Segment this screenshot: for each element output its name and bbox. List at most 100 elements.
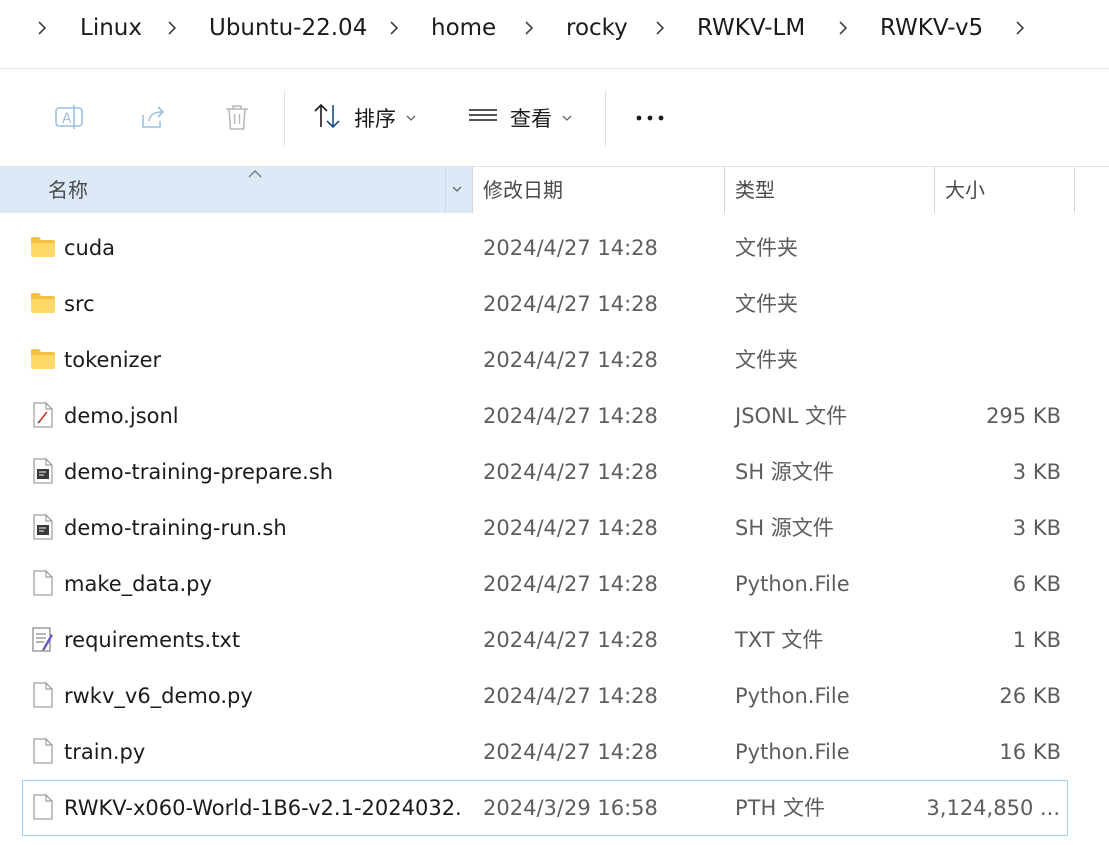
chevron-right-icon[interactable] (1012, 16, 1028, 40)
file-date: 2024/3/29 16:58 (483, 796, 658, 820)
breadcrumb-linux[interactable]: Linux (80, 12, 142, 44)
column-divider[interactable] (934, 167, 935, 213)
file-name: demo-training-prepare.sh (64, 460, 334, 484)
more-options-icon[interactable] (630, 104, 670, 132)
column-divider[interactable] (724, 167, 725, 213)
toolbar-divider (284, 90, 285, 146)
folder-icon (30, 346, 56, 372)
file-row[interactable]: requirements.txt 2024/4/27 14:28 TXT 文件 1 K… (0, 612, 1109, 668)
file-date: 2024/4/27 14:28 (483, 684, 658, 708)
toolbar-divider (605, 90, 606, 146)
generic-file-icon (30, 794, 56, 820)
file-name: cuda (64, 236, 116, 260)
jsonl-file-icon (30, 402, 56, 428)
file-type: Python.File (735, 572, 850, 596)
breadcrumb-home[interactable]: home (431, 12, 496, 44)
file-size: 3 KB (1012, 516, 1061, 540)
file-row[interactable]: rwkv_v6_demo.py 2024/4/27 14:28 Python.Fil… (0, 668, 1109, 724)
column-divider[interactable] (472, 167, 473, 213)
svg-text:A: A (62, 111, 72, 127)
file-row[interactable]: make_data.py 2024/4/27 14:28 Python.File 6 … (0, 556, 1109, 612)
file-row[interactable]: demo.jsonl 2024/4/27 14:28 JSONL 文件 295 KB (0, 388, 1109, 444)
generic-file-icon (30, 738, 56, 764)
file-type: TXT 文件 (735, 628, 824, 652)
file-row[interactable]: demo-training-prepare.sh 2024/4/27 14:28 S… (0, 444, 1109, 500)
generic-file-icon (30, 570, 56, 596)
text-file-icon (30, 626, 56, 652)
breadcrumb-ubuntu[interactable]: Ubuntu-22.04 (209, 12, 367, 44)
file-row[interactable]: RWKV-x060-World-1B6-v2.1-2024032... 2024/… (22, 780, 1068, 836)
chevron-right-icon[interactable] (835, 16, 851, 40)
folder-icon (30, 290, 56, 316)
column-size-header[interactable]: 大小 (945, 167, 985, 213)
trash-icon[interactable] (220, 100, 254, 134)
sort-label: 排序 (354, 107, 396, 131)
column-name-header[interactable]: 名称 (0, 167, 472, 213)
breadcrumb-rwkv-v5[interactable]: RWKV-v5 (880, 12, 983, 44)
file-date: 2024/4/27 14:28 (483, 348, 658, 372)
file-size: 295 KB (986, 404, 1061, 428)
file-name: rwkv_v6_demo.py (64, 684, 253, 708)
file-type: 文件夹 (735, 292, 798, 316)
file-type: JSONL 文件 (735, 404, 848, 428)
file-name: train.py (64, 740, 146, 764)
column-divider[interactable] (445, 167, 446, 213)
sort-icon (312, 101, 342, 136)
file-row[interactable]: cuda 2024/4/27 14:28 文件夹 (0, 220, 1109, 276)
view-list-icon (468, 101, 498, 136)
sort-button[interactable]: 排序 (312, 98, 416, 138)
file-size: 1 KB (1012, 628, 1061, 652)
address-bar: Linux Ubuntu-22.04 home rocky RWKV-LM RW… (0, 0, 1109, 69)
view-button[interactable]: 查看 (468, 98, 572, 138)
file-name: make_data.py (64, 572, 212, 596)
chevron-right-icon[interactable] (521, 16, 537, 40)
sort-up-icon (248, 170, 262, 178)
file-date: 2024/4/27 14:28 (483, 628, 658, 652)
file-date: 2024/4/27 14:28 (483, 516, 658, 540)
file-row[interactable]: src 2024/4/27 14:28 文件夹 (0, 276, 1109, 332)
file-size: 3,124,850 ... (926, 796, 1060, 820)
file-size: 6 KB (1012, 572, 1061, 596)
column-divider[interactable] (1074, 167, 1075, 213)
file-name: RWKV-x060-World-1B6-v2.1-2024032... (64, 796, 464, 820)
column-header: 名称 修改日期 类型 大小 (0, 167, 1109, 213)
chevron-right-icon[interactable] (164, 16, 180, 40)
view-label: 查看 (510, 107, 552, 131)
file-size: 3 KB (1012, 460, 1061, 484)
file-size: 16 KB (999, 740, 1061, 764)
file-name: tokenizer (64, 348, 162, 372)
breadcrumb-rwkv-lm[interactable]: RWKV-LM (697, 12, 805, 44)
file-row[interactable]: demo-training-run.sh 2024/4/27 14:28 SH 源文… (0, 500, 1109, 556)
file-date: 2024/4/27 14:28 (483, 292, 658, 316)
script-file-icon (30, 514, 56, 540)
file-size: 26 KB (999, 684, 1061, 708)
file-name: demo-training-run.sh (64, 516, 287, 540)
chevron-right-icon[interactable] (34, 16, 50, 40)
column-name-label: 名称 (48, 178, 88, 202)
file-date: 2024/4/27 14:28 (483, 572, 658, 596)
command-bar: A 排序 查看 (0, 70, 1109, 167)
column-date-header[interactable]: 修改日期 (483, 167, 563, 213)
file-type: SH 源文件 (735, 460, 834, 484)
file-row[interactable]: tokenizer 2024/4/27 14:28 文件夹 (0, 332, 1109, 388)
file-date: 2024/4/27 14:28 (483, 740, 658, 764)
file-type: Python.File (735, 740, 850, 764)
chevron-right-icon[interactable] (386, 16, 402, 40)
generic-file-icon (30, 682, 56, 708)
script-file-icon (30, 458, 56, 484)
column-type-header[interactable]: 类型 (735, 167, 775, 213)
file-name: requirements.txt (64, 628, 241, 652)
file-type: Python.File (735, 684, 850, 708)
chevron-down-icon[interactable] (452, 185, 462, 193)
chevron-right-icon[interactable] (652, 16, 668, 40)
file-type: 文件夹 (735, 348, 798, 372)
breadcrumb-rocky[interactable]: rocky (566, 12, 628, 44)
chevron-down-icon (406, 115, 416, 121)
share-icon[interactable] (136, 100, 170, 134)
file-type: SH 源文件 (735, 516, 834, 540)
file-date: 2024/4/27 14:28 (483, 460, 658, 484)
rename-icon[interactable]: A (52, 100, 86, 134)
file-date: 2024/4/27 14:28 (483, 236, 658, 260)
file-type: 文件夹 (735, 236, 798, 260)
file-row[interactable]: train.py 2024/4/27 14:28 Python.File 16 KB (0, 724, 1109, 780)
